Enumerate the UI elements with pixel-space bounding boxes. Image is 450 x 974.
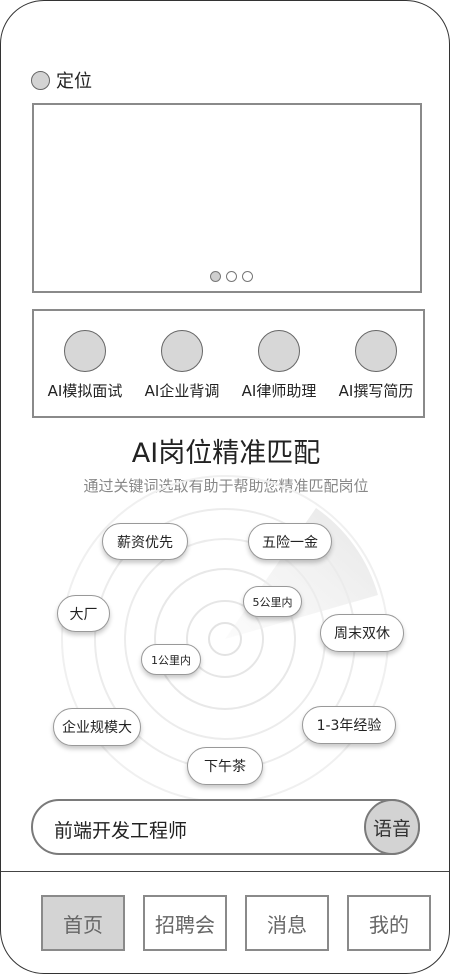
tag-pill[interactable]: 薪资优先 — [102, 523, 188, 560]
tab-messages[interactable]: 消息 — [245, 895, 329, 951]
feature-label: AI模拟面试 — [47, 382, 123, 400]
feature-icon — [64, 330, 106, 372]
carousel-pager — [210, 271, 253, 282]
tag-pill[interactable]: 5公里内 — [243, 586, 302, 617]
voice-input-button[interactable]: 语音 — [364, 799, 420, 855]
tag-pill[interactable]: 五险一金 — [248, 523, 332, 560]
tag-pill[interactable]: 下午茶 — [187, 747, 263, 785]
tab-job-fair[interactable]: 招聘会 — [143, 895, 227, 951]
tag-pill[interactable]: 企业规模大 — [53, 708, 141, 746]
feature-ai-background-check[interactable]: AI企业背调 — [134, 311, 230, 401]
feature-icon — [258, 330, 300, 372]
search-query[interactable]: 前端开发工程师 — [54, 816, 187, 843]
feature-label: AI律师助理 — [241, 382, 317, 400]
job-search-bar[interactable]: 前端开发工程师 语音 — [31, 799, 420, 855]
location-label: 定位 — [56, 71, 92, 92]
ai-feature-grid: AI模拟面试 AI企业背调 AI律师助理 AI撰写简历 — [32, 309, 425, 418]
tab-home[interactable]: 首页 — [41, 895, 125, 951]
tag-pill[interactable]: 1-3年经验 — [302, 706, 396, 744]
feature-icon — [161, 330, 203, 372]
location-icon — [31, 70, 50, 90]
radar-ring — [208, 622, 242, 656]
feature-label: AI撰写简历 — [338, 382, 414, 400]
phone-frame: 定位 AI模拟面试 AI企业背调 AI律师助理 AI撰写简历 AI岗位精准匹配 … — [0, 0, 450, 974]
tabbar-divider — [1, 871, 449, 872]
tag-pill[interactable]: 周末双休 — [320, 614, 404, 652]
pager-dot[interactable] — [210, 271, 221, 282]
tag-pill[interactable]: 大厂 — [57, 595, 110, 632]
feature-ai-resume-writer[interactable]: AI撰写简历 — [328, 311, 424, 401]
feature-ai-mock-interview[interactable]: AI模拟面试 — [37, 311, 133, 401]
tab-profile[interactable]: 我的 — [347, 895, 431, 951]
feature-icon — [355, 330, 397, 372]
radar-ring — [124, 538, 326, 740]
banner-carousel[interactable] — [32, 103, 422, 293]
location-selector[interactable]: 定位 — [31, 67, 92, 93]
match-title: AI岗位精准匹配 — [131, 438, 321, 469]
match-subtitle: 通过关键词选取有助于帮助您精准匹配岗位 — [83, 477, 369, 495]
feature-label: AI企业背调 — [144, 382, 220, 400]
tag-pill[interactable]: 1公里内 — [141, 644, 201, 675]
pager-dot[interactable] — [226, 271, 237, 282]
feature-ai-lawyer-assistant[interactable]: AI律师助理 — [231, 311, 327, 401]
pager-dot[interactable] — [242, 271, 253, 282]
